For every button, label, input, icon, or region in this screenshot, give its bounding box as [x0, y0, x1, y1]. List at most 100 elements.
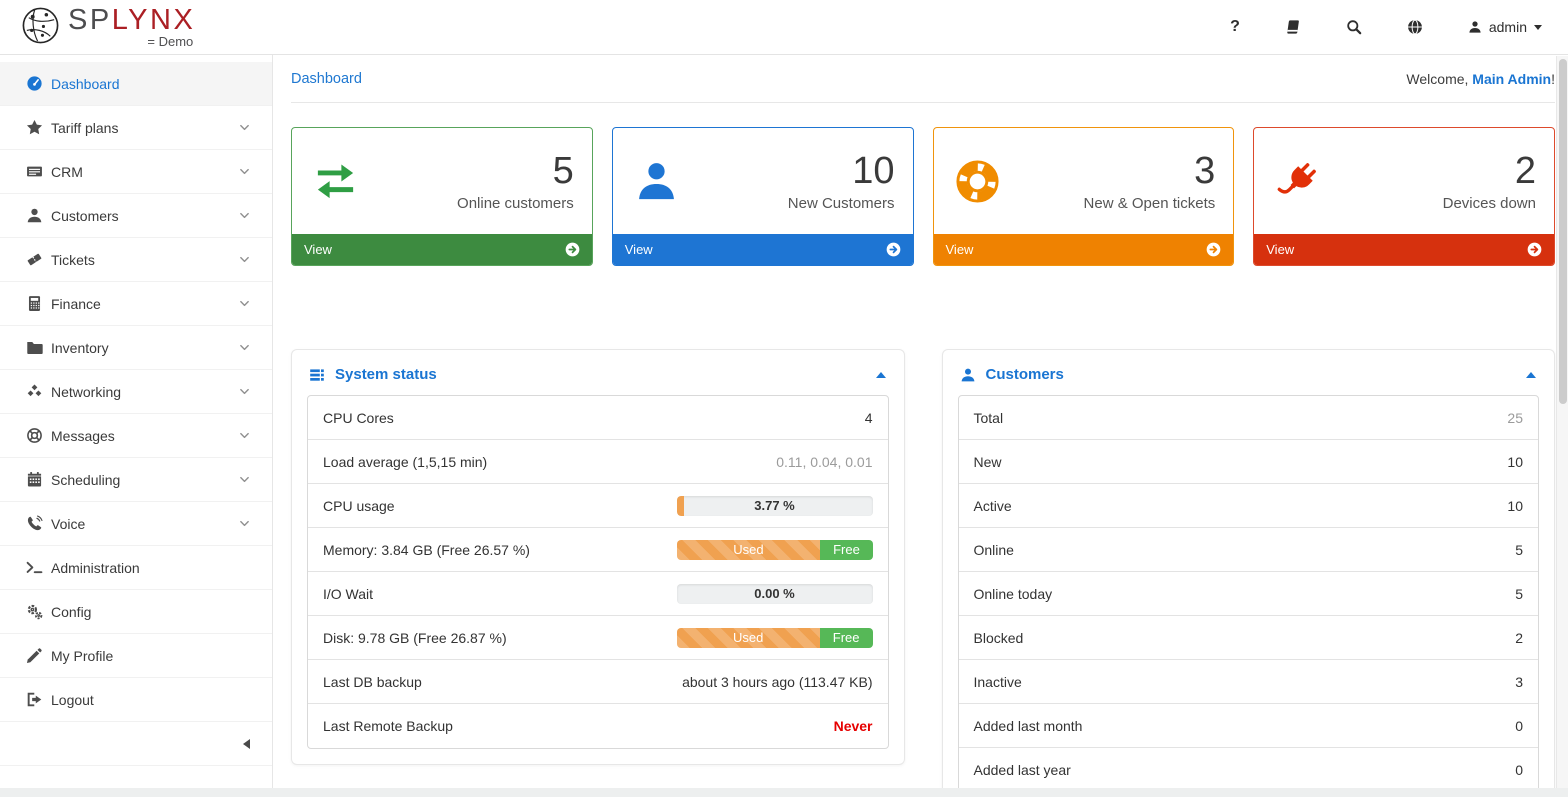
sidebar-collapse-button[interactable]: [0, 722, 272, 766]
pencil-icon: [26, 648, 42, 664]
chevron-down-icon: [239, 298, 250, 309]
row-value: 2: [1515, 629, 1523, 646]
dashboard-panels: System status CPU Cores 4 Load average (1,…: [291, 349, 1555, 797]
table-row-added-last-month: Added last month 0: [958, 704, 1538, 748]
gears-icon: [25, 603, 43, 620]
row-label: I/O Wait: [323, 585, 374, 602]
row-label: Load average (1,5,15 min): [323, 453, 488, 470]
globe-icon: [1407, 19, 1422, 35]
calculator-icon: [25, 295, 43, 312]
sidebar-item-tariff-plans[interactable]: Tariff plans: [0, 106, 272, 150]
main-content: Dashboard Welcome, Main Admin! 5 Online c…: [273, 55, 1568, 797]
sidebar-item-dashboard[interactable]: Dashboard: [0, 62, 272, 106]
sidebar-item-label: Tickets: [51, 251, 95, 268]
sidebar-item-label: Logout: [51, 691, 94, 708]
chevron-down-icon: [240, 168, 249, 175]
book-icon: [1287, 20, 1299, 34]
sidebar-item-tickets[interactable]: Tickets: [0, 238, 272, 282]
chevron-down-icon: [240, 344, 249, 351]
sidebar-item-my-profile[interactable]: My Profile: [0, 634, 272, 678]
sidebar-item-label: Scheduling: [51, 471, 121, 488]
caret-down-icon: [1534, 25, 1542, 30]
person-icon: [633, 158, 697, 205]
sidebar-item-label: Inventory: [51, 339, 109, 356]
sidebar-item-crm[interactable]: CRM: [0, 150, 272, 194]
user-menu[interactable]: admin: [1468, 19, 1542, 35]
system-status-table: CPU Cores 4 Load average (1,5,15 min) 0.11,…: [307, 395, 889, 749]
sidebar-item-customers[interactable]: Customers: [0, 194, 272, 238]
table-row-active: Active 10: [958, 484, 1538, 528]
view-button[interactable]: View: [933, 234, 1234, 265]
row-value: Never: [833, 718, 873, 734]
brand-tagline: = Demo: [147, 34, 194, 49]
sidebar-item-label: Messages: [51, 427, 115, 444]
crm-icon: [25, 163, 43, 180]
tasks-icon: [310, 368, 324, 381]
view-button[interactable]: View: [292, 234, 592, 265]
page-scrollbar[interactable]: [1556, 56, 1568, 797]
sidebar-item-finance[interactable]: Finance: [0, 282, 272, 326]
plug-icon: [1277, 162, 1317, 193]
stat-cards-row: 5 Online customers View 10 New Customers View…: [291, 127, 1555, 266]
stat-label: Devices down: [1442, 195, 1536, 212]
ticket-icon: [27, 253, 41, 266]
breadcrumb[interactable]: Dashboard: [291, 71, 362, 87]
sidebar-item-administration[interactable]: Administration: [0, 546, 272, 590]
used-free-bar: Used Free: [676, 627, 873, 648]
star-icon: [26, 119, 42, 135]
stat-card-new-customers: 10 New Customers View: [611, 127, 914, 266]
exchange-icon: [312, 158, 376, 205]
table-row-blocked: Blocked 2: [958, 616, 1538, 660]
sidebar-item-label: Administration: [51, 559, 140, 576]
row-value: 10: [1507, 453, 1523, 470]
logout-icon: [27, 692, 41, 707]
table-row-last-remote-backup: Last Remote Backup Never: [308, 704, 888, 748]
folder-icon: [25, 339, 43, 356]
panel-title: System status: [335, 366, 437, 383]
life-ring-lg-icon: [954, 158, 1018, 205]
dashboard-icon: [25, 75, 43, 92]
sidebar-item-logout[interactable]: Logout: [0, 678, 272, 722]
panel-title: Customers: [985, 366, 1064, 383]
globe-icon[interactable]: [1407, 19, 1423, 35]
system-status-panel: System status CPU Cores 4 Load average (1,…: [291, 349, 905, 765]
brand-logo[interactable]: SPLYNX = Demo: [20, 5, 195, 49]
chevron-down-icon: [240, 124, 249, 131]
chevron-down-icon: [239, 342, 250, 353]
stat-label: Online customers: [457, 195, 574, 212]
table-row-cpu-cores: CPU Cores 4: [308, 396, 888, 440]
sidebar-item-voice[interactable]: Voice: [0, 502, 272, 546]
stat-card-body: 10 New Customers: [613, 128, 913, 234]
docs-book-icon[interactable]: [1285, 19, 1301, 35]
progress-bar: 3.77 %: [676, 495, 873, 516]
table-row-i-o-wait: I/O Wait 0.00 %: [308, 572, 888, 616]
collapse-caret-icon[interactable]: [875, 371, 886, 378]
sidebar-item-networking[interactable]: Networking: [0, 370, 272, 414]
welcome-user-link[interactable]: Main Admin: [1472, 71, 1551, 87]
table-row-memory-3-84-gb-free-26-57: Memory: 3.84 GB (Free 26.57 %) Used Free: [308, 528, 888, 572]
terminal-icon: [26, 561, 42, 574]
row-label: Online: [973, 541, 1014, 558]
chevron-down-icon: [239, 166, 250, 177]
sidebar-item-scheduling[interactable]: Scheduling: [0, 458, 272, 502]
view-button[interactable]: View: [1254, 234, 1554, 265]
help-icon[interactable]: ?: [1230, 18, 1240, 36]
row-value: 0.11, 0.04, 0.01: [776, 453, 873, 470]
phone-icon: [27, 515, 43, 531]
view-button[interactable]: View: [612, 234, 913, 265]
sidebar-item-label: Networking: [51, 383, 122, 400]
sidebar-menu: Dashboard Tariff plans CRM Customers Tickets…: [0, 62, 272, 722]
sidebar-item-config[interactable]: Config: [0, 590, 272, 634]
search-icon[interactable]: [1346, 19, 1362, 35]
calendar-icon: [25, 471, 43, 488]
table-row-total: Total 25: [958, 396, 1538, 440]
scrollbar-thumb[interactable]: [1559, 59, 1567, 404]
sidebar-item-messages[interactable]: Messages: [0, 414, 272, 458]
chevron-down-icon: [239, 430, 250, 441]
sidebar-item-inventory[interactable]: Inventory: [0, 326, 272, 370]
collapse-caret-icon[interactable]: [1526, 371, 1536, 378]
row-value: about 3 hours ago (113.47 KB): [682, 673, 873, 690]
table-row-added-last-year: Added last year 0: [959, 748, 1539, 792]
row-value: 3: [1515, 673, 1523, 690]
table-row-online: Online 5: [958, 528, 1538, 572]
